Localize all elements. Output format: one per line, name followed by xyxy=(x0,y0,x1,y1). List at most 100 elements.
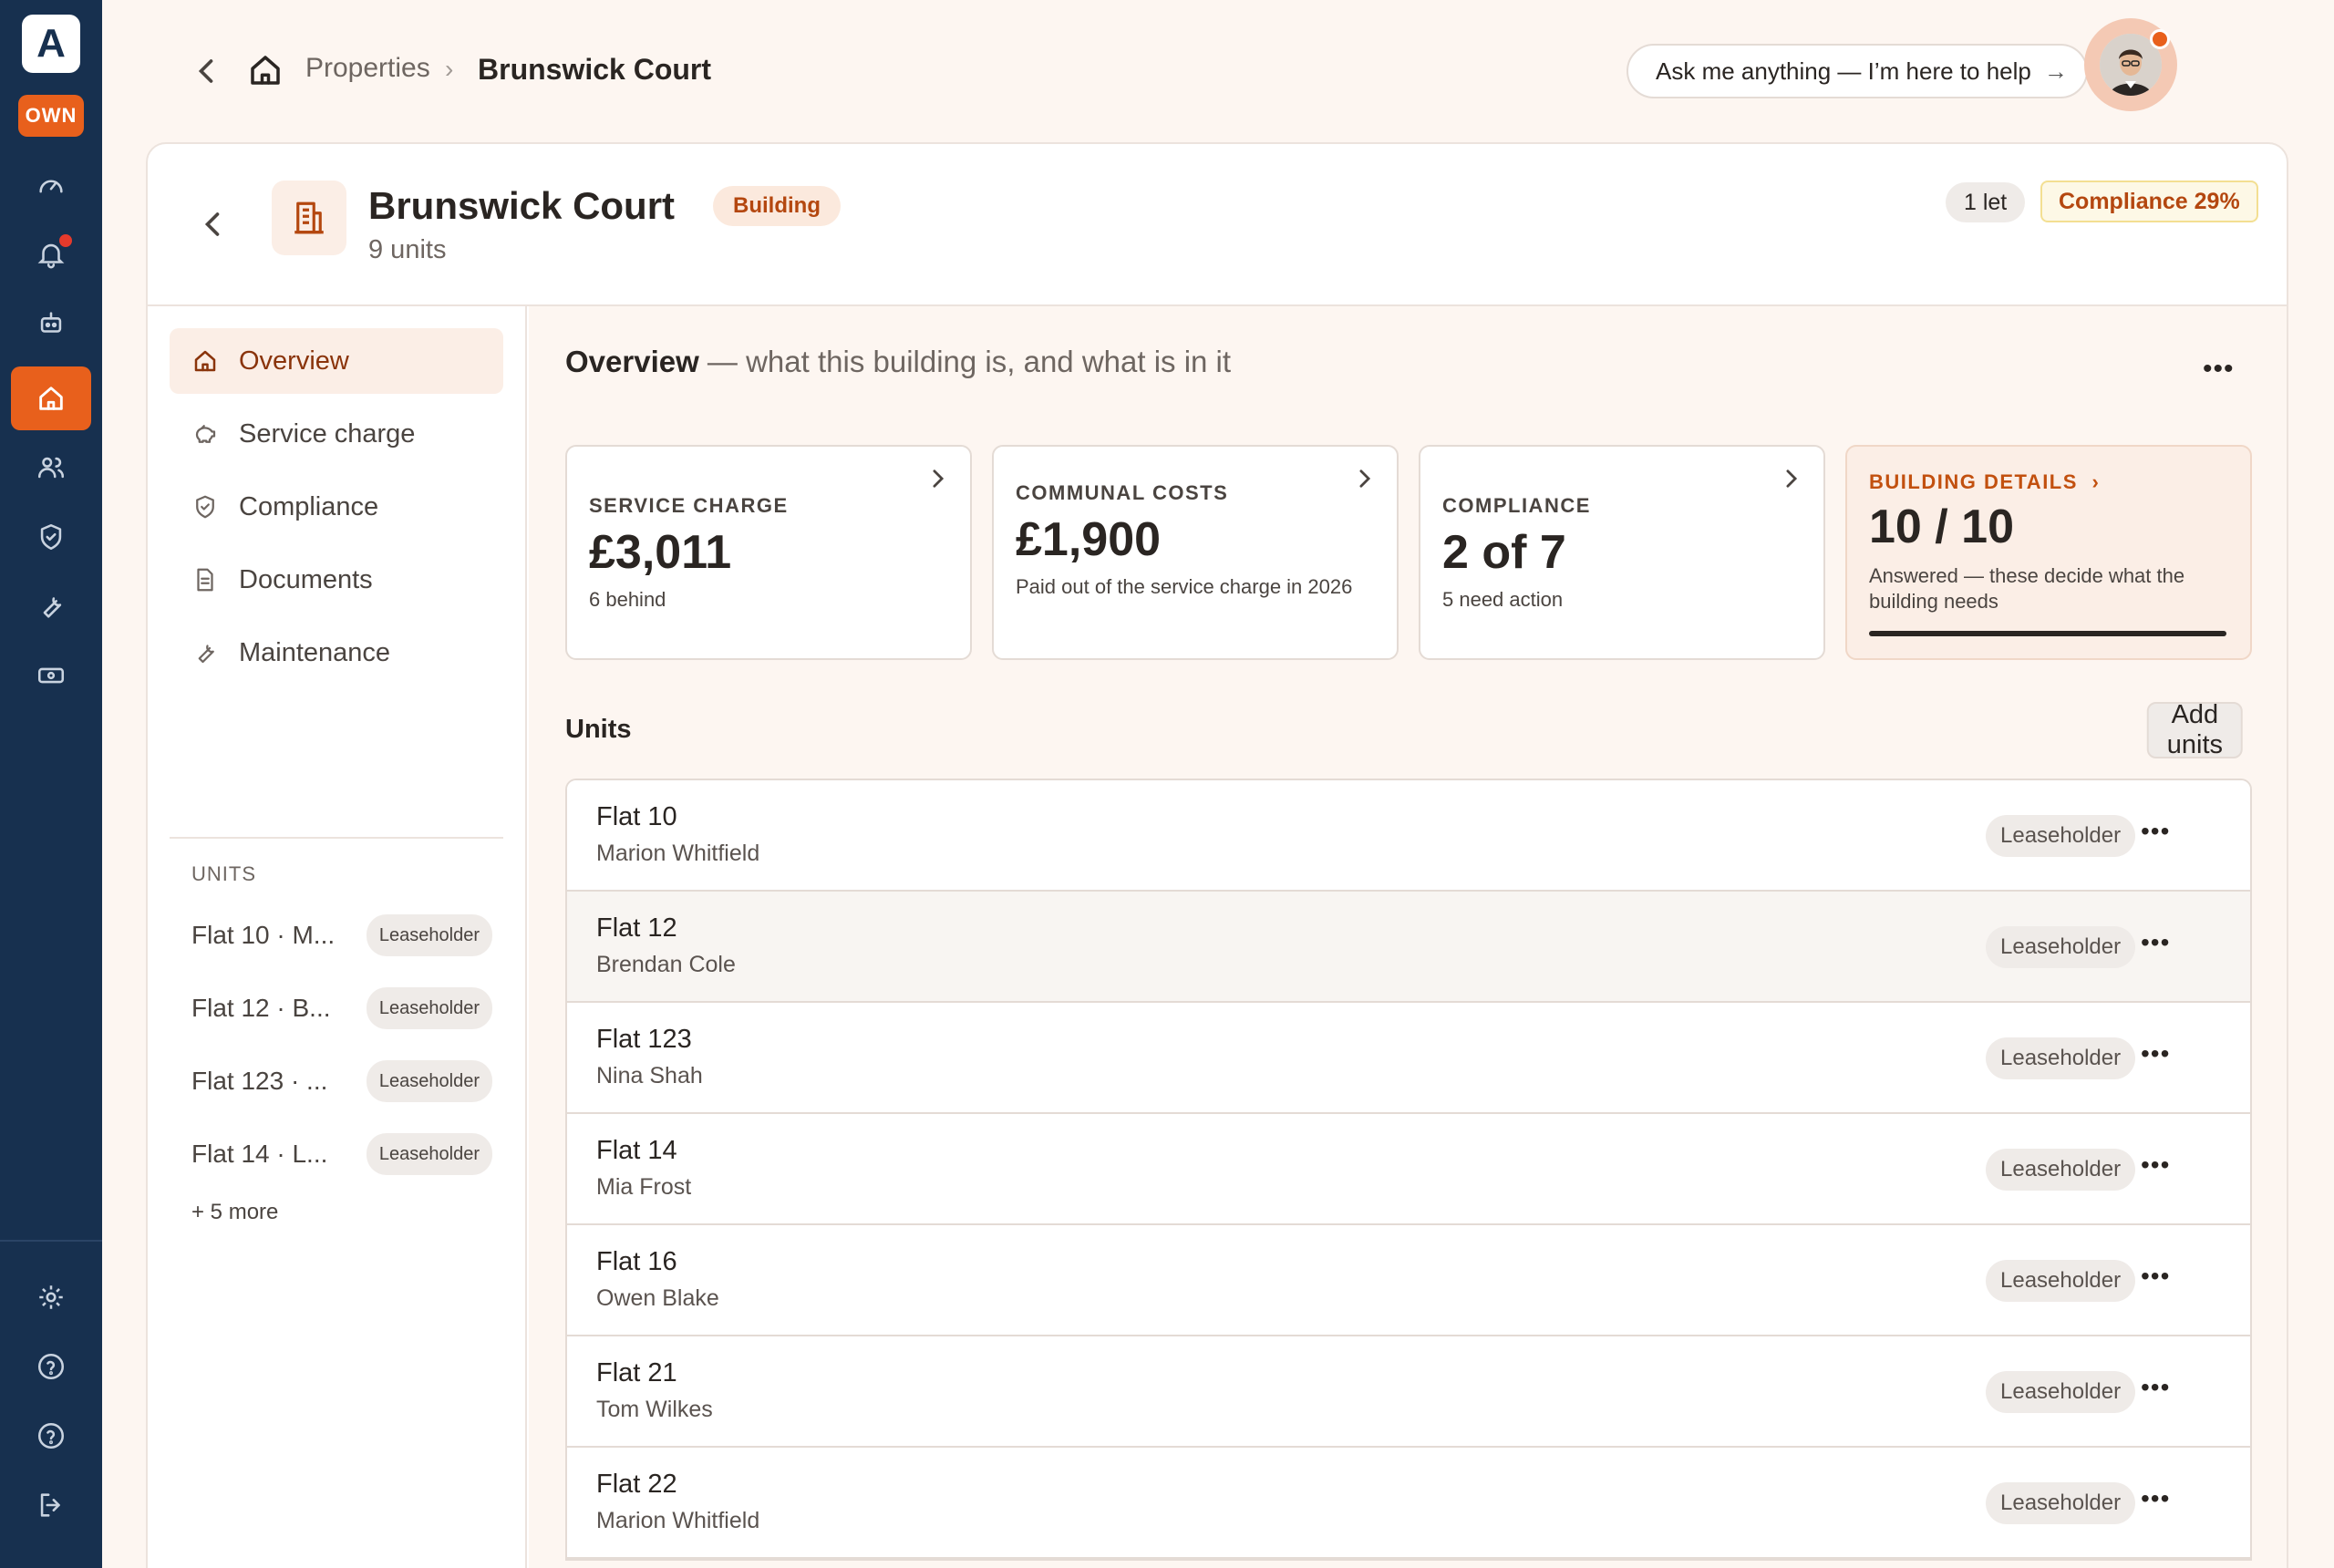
units-table: Flat 10 Marion Whitfield Leaseholder ••• Fla… xyxy=(565,779,2252,1561)
unit-owner: Marion Whitfield xyxy=(596,841,760,866)
table-row[interactable]: Flat 10 Marion Whitfield Leaseholder ••• xyxy=(567,780,2250,892)
shield-check-icon xyxy=(196,495,214,519)
row-menu-button[interactable]: ••• xyxy=(2141,1039,2170,1068)
sidenav-compliance[interactable]: Compliance xyxy=(170,474,503,540)
stat-value: 10 / 10 xyxy=(1869,500,2015,553)
unit-flat: Flat 21 xyxy=(596,1358,677,1387)
add-units-button[interactable]: Add units xyxy=(2146,700,2243,759)
communal-costs-card[interactable]: COMMUNAL COSTS £1,900 Paid out of the se… xyxy=(992,445,1399,660)
unit-tag: Leaseholder xyxy=(366,914,492,956)
row-menu-button[interactable]: ••• xyxy=(2141,1150,2170,1180)
sidenav-label: Documents xyxy=(239,564,373,594)
rail-payments[interactable] xyxy=(11,644,91,707)
table-row[interactable]: Flat 16 Owen Blake Leaseholder ••• xyxy=(567,1225,2250,1336)
compliance-card[interactable]: COMPLIANCE 2 of 7 5 need action xyxy=(1419,445,1825,660)
back-button[interactable] xyxy=(193,53,219,89)
unit-name: Flat 14 · L... xyxy=(191,1140,328,1168)
compliance-pill[interactable]: Compliance 29% xyxy=(2040,181,2258,222)
overview-subtitle: — what this building is, and what is in … xyxy=(698,345,1232,378)
avatar[interactable] xyxy=(2084,18,2177,111)
building-details-card[interactable]: BUILDING DETAILS › 10 / 10 Answered — th… xyxy=(1845,445,2252,660)
sidenav-documents[interactable]: Documents xyxy=(170,547,503,613)
sidenav-service-charge[interactable]: Service charge xyxy=(170,401,503,467)
stat-sub: 5 need action xyxy=(1442,588,1564,611)
rail-logout[interactable] xyxy=(11,1473,91,1537)
units-heading: Units xyxy=(565,715,632,744)
breadcrumb-home[interactable] xyxy=(246,51,284,89)
shield-check-icon xyxy=(40,523,62,551)
sidenav-unit[interactable]: Flat 10 · M... Leaseholder xyxy=(191,913,492,957)
rail-compliance[interactable] xyxy=(11,505,91,569)
rail-people[interactable] xyxy=(11,436,91,500)
chevron-right-icon: › xyxy=(2091,470,2101,493)
service-charge-card[interactable]: SERVICE CHARGE £3,011 6 behind xyxy=(565,445,972,660)
sidenav-overview[interactable]: Overview xyxy=(170,328,503,394)
stat-label-text: BUILDING DETAILS xyxy=(1869,470,2078,493)
row-menu-button[interactable]: ••• xyxy=(2141,817,2170,846)
table-row[interactable]: Flat 14 Mia Frost Leaseholder ••• xyxy=(567,1114,2250,1225)
more-units-link[interactable]: + 5 more xyxy=(191,1200,278,1225)
unit-flat: Flat 22 xyxy=(596,1470,677,1499)
rail-maintenance[interactable] xyxy=(11,574,91,638)
header-back-button[interactable] xyxy=(199,206,226,242)
rail-support[interactable] xyxy=(11,1404,91,1468)
overview-heading: Overview — what this building is, and wh… xyxy=(565,345,1231,379)
unit-flat: Flat 123 xyxy=(596,1025,692,1054)
unit-name: Flat 12 · B... xyxy=(191,994,331,1022)
app-logo[interactable]: A xyxy=(22,15,80,73)
building-unit-count: 9 units xyxy=(368,235,447,264)
rail-assistant[interactable] xyxy=(11,292,91,356)
cash-icon xyxy=(37,667,65,684)
unit-role-tag: Leaseholder xyxy=(1986,1149,2136,1191)
unit-owner: Marion Whitfield xyxy=(596,1508,760,1533)
unit-role-tag: Leaseholder xyxy=(1986,926,2136,968)
chevron-left-icon xyxy=(198,59,213,83)
building-icon xyxy=(272,181,346,255)
building-header: Brunswick Court 9 units Building 1 let C… xyxy=(148,144,2287,306)
unit-owner: Owen Blake xyxy=(596,1285,719,1311)
row-menu-button[interactable]: ••• xyxy=(2141,1373,2170,1402)
row-menu-button[interactable]: ••• xyxy=(2141,1484,2170,1513)
piggy-bank-icon xyxy=(195,425,216,443)
table-row[interactable]: Flat 21 Tom Wilkes Leaseholder ••• xyxy=(567,1336,2250,1448)
unit-role-tag: Leaseholder xyxy=(1986,1260,2136,1302)
sidenav-maintenance[interactable]: Maintenance xyxy=(170,620,503,686)
row-menu-button[interactable]: ••• xyxy=(2141,928,2170,957)
table-row[interactable]: Flat 22 Marion Whitfield Leaseholder ••• xyxy=(567,1448,2250,1559)
unit-role-tag: Leaseholder xyxy=(1986,1037,2136,1079)
table-row[interactable]: Flat 12 Brendan Cole Leaseholder ••• xyxy=(567,892,2250,1003)
rail-settings[interactable] xyxy=(11,1265,91,1329)
unit-flat: Flat 14 xyxy=(596,1136,677,1165)
table-row[interactable]: Flat 123 Nina Shah Leaseholder ••• xyxy=(567,1003,2250,1114)
rail-properties[interactable] xyxy=(11,366,91,430)
building-type-badge: Building xyxy=(713,186,841,226)
own-badge[interactable]: OWN xyxy=(18,95,84,137)
home-icon xyxy=(251,56,280,85)
rail-help[interactable] xyxy=(11,1335,91,1398)
breadcrumb-properties[interactable]: Properties xyxy=(305,53,430,84)
units-section-label: UNITS xyxy=(191,862,256,885)
sidenav-unit[interactable]: Flat 14 · L... Leaseholder xyxy=(191,1132,492,1176)
sidenav-unit[interactable]: Flat 12 · B... Leaseholder xyxy=(191,986,492,1030)
sidenav-label: Maintenance xyxy=(239,637,391,667)
stat-label: BUILDING DETAILS › xyxy=(1869,470,2100,494)
home-icon xyxy=(39,387,63,410)
question-circle-icon xyxy=(37,1422,65,1449)
unit-role-tag: Leaseholder xyxy=(1986,1482,2136,1524)
home-icon xyxy=(194,350,216,372)
sidenav-unit[interactable]: Flat 123 · ... Leaseholder xyxy=(191,1059,492,1103)
ask-assistant-button[interactable]: Ask me anything — I’m here to help → xyxy=(1627,44,2088,98)
stat-sub: Answered — these decide what the buildin… xyxy=(1869,564,2185,613)
rail-notifications[interactable] xyxy=(11,222,91,286)
gear-icon xyxy=(39,1285,63,1309)
overview-menu-button[interactable]: ••• xyxy=(2203,354,2235,385)
stat-label: COMPLIANCE xyxy=(1442,494,1591,517)
unit-owner: Nina Shah xyxy=(596,1063,703,1088)
row-menu-button[interactable]: ••• xyxy=(2141,1262,2170,1291)
sidenav-label: Overview xyxy=(239,346,349,376)
chevron-right-icon xyxy=(1359,469,1371,488)
stat-sub: Paid out of the service charge in 2026 xyxy=(1016,575,1353,598)
rail-dashboard[interactable] xyxy=(11,153,91,217)
overview-content: Overview — what this building is, and wh… xyxy=(529,306,2287,1568)
stat-sub: 6 behind xyxy=(589,588,666,611)
